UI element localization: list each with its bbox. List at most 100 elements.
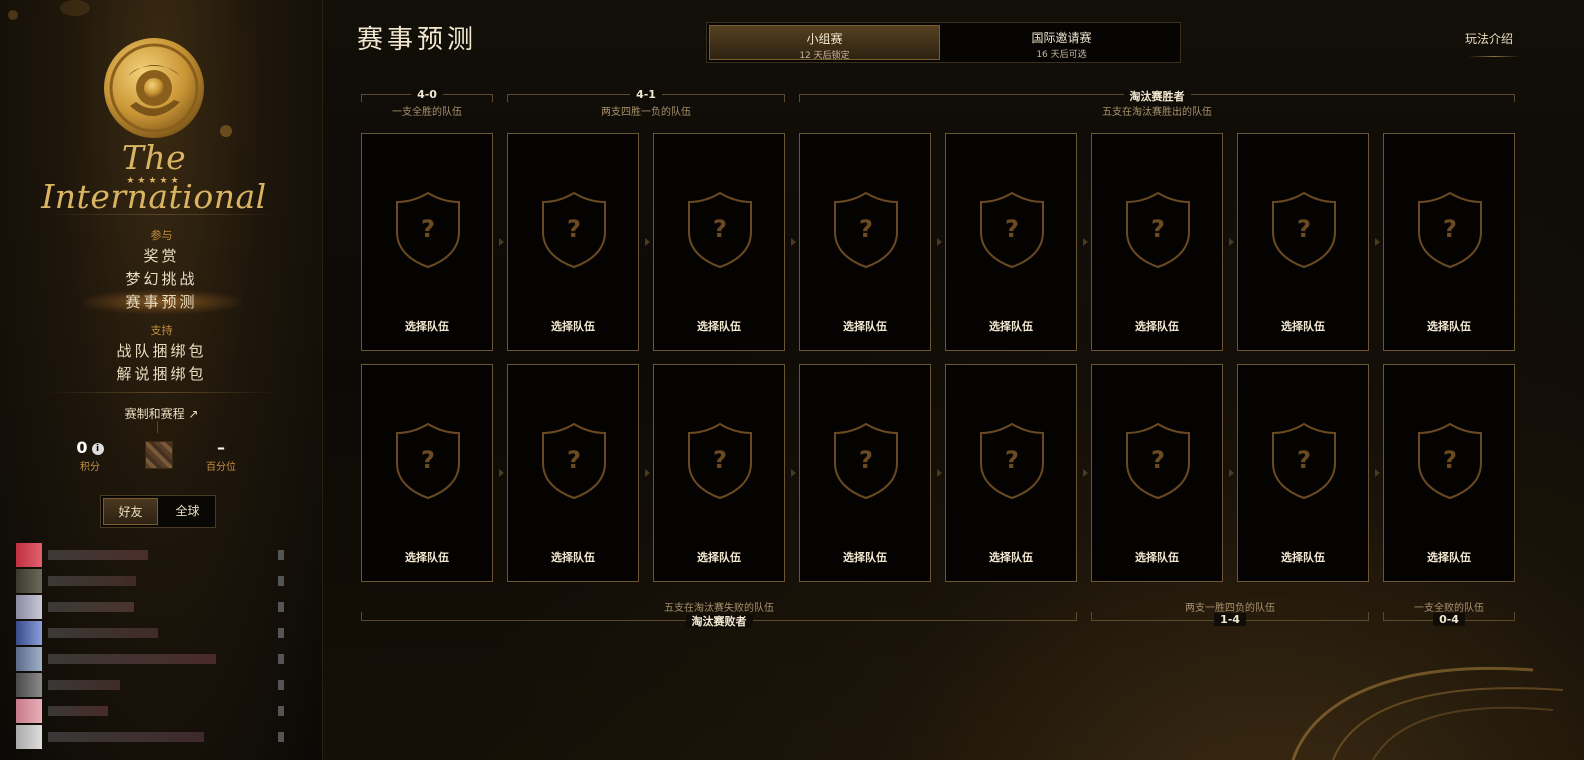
team-slot-bottom-1[interactable]: ? 选择队伍 <box>361 364 493 582</box>
select-team-label: 选择队伍 <box>989 320 1033 333</box>
nav-item-predictions[interactable]: 赛事预测 <box>0 291 322 312</box>
avatar[interactable] <box>145 441 173 469</box>
nav-item-team-bundles[interactable]: 战队捆绑包 <box>0 340 322 361</box>
connector-arrow-icon <box>1083 469 1088 477</box>
group-sublabel: 一支全胜的队伍 <box>392 107 462 118</box>
svg-text:?: ? <box>1151 215 1165 243</box>
svg-text:?: ? <box>859 446 873 474</box>
scope-friends-button[interactable]: 好友 <box>103 498 158 525</box>
team-slot-top-7[interactable]: ? 选择队伍 <box>1237 133 1369 351</box>
shield-placeholder-icon: ? <box>1126 422 1190 500</box>
friend-score-redacted <box>278 654 284 664</box>
shield-placeholder-icon: ? <box>688 191 752 269</box>
group-sublabel: 两支四胜一负的队伍 <box>601 107 691 118</box>
schedule-link[interactable]: 赛制和赛程 ↗ <box>0 405 322 422</box>
friend-name-redacted <box>48 550 148 560</box>
stage-tabs: 小组赛 12 天后锁定 国际邀请赛 16 天后可选 <box>706 22 1181 63</box>
divider <box>44 214 280 215</box>
group-footer-0-4: 0-4 <box>1383 612 1515 632</box>
team-slot-bottom-6[interactable]: ? 选择队伍 <box>1091 364 1223 582</box>
connector-arrow-icon <box>1375 469 1380 477</box>
nav-item-fantasy[interactable]: 梦幻挑战 <box>0 268 322 289</box>
select-team-label: 选择队伍 <box>843 320 887 333</box>
info-icon[interactable]: i <box>91 443 104 455</box>
team-slot-top-8[interactable]: ? 选择队伍 <box>1383 133 1515 351</box>
shield-placeholder-icon: ? <box>1126 191 1190 269</box>
connector-arrow-icon <box>1083 238 1088 246</box>
select-team-label: 选择队伍 <box>1135 320 1179 333</box>
friend-name-redacted <box>48 680 120 690</box>
friend-name-redacted <box>48 732 204 742</box>
friend-score-redacted <box>278 550 284 560</box>
list-item[interactable] <box>16 646 300 672</box>
how-to-play-link[interactable]: 玩法介绍 <box>1465 30 1513 47</box>
team-slot-bottom-5[interactable]: ? 选择队伍 <box>945 364 1077 582</box>
list-item[interactable] <box>16 672 300 698</box>
connector-arrow-icon <box>937 469 942 477</box>
nav-item-caster-bundles[interactable]: 解说捆绑包 <box>0 363 322 384</box>
connector-arrow-icon <box>1229 469 1234 477</box>
team-slot-top-2[interactable]: ? 选择队伍 <box>507 133 639 351</box>
select-team-label: 选择队伍 <box>697 320 741 333</box>
list-item[interactable] <box>16 620 300 646</box>
team-slot-top-3[interactable]: ? 选择队伍 <box>653 133 785 351</box>
list-item[interactable] <box>16 568 300 594</box>
team-slot-bottom-3[interactable]: ? 选择队伍 <box>653 364 785 582</box>
score-label: 积分 <box>80 462 100 473</box>
score-stat: 0i 积分 <box>60 438 120 473</box>
group-label: 0-4 <box>1433 613 1465 626</box>
the-international-logo: The International ★★★★★ <box>34 36 274 216</box>
score-value: 0 <box>76 438 88 457</box>
team-slot-bottom-7[interactable]: ? 选择队伍 <box>1237 364 1369 582</box>
team-slot-top-6[interactable]: ? 选择队伍 <box>1091 133 1223 351</box>
svg-text:?: ? <box>1005 446 1019 474</box>
select-team-label: 选择队伍 <box>551 320 595 333</box>
team-slot-bottom-4[interactable]: ? 选择队伍 <box>799 364 931 582</box>
list-item[interactable] <box>16 698 300 724</box>
svg-text:?: ? <box>421 446 435 474</box>
logo-stars: ★★★★★ <box>126 176 182 186</box>
svg-text:?: ? <box>1443 446 1457 474</box>
list-item[interactable] <box>16 542 300 568</box>
team-slot-top-5[interactable]: ? 选择队伍 <box>945 133 1077 351</box>
group-label: 4-1 <box>630 88 662 101</box>
connector-arrow-icon <box>499 469 504 477</box>
shield-placeholder-icon: ? <box>542 422 606 500</box>
nav-item-rewards[interactable]: 奖赏 <box>0 245 322 266</box>
shield-placeholder-icon: ? <box>980 422 1044 500</box>
avatar <box>16 699 42 723</box>
shield-placeholder-icon: ? <box>396 422 460 500</box>
friend-score-redacted <box>278 680 284 690</box>
list-item[interactable] <box>16 724 300 750</box>
avatar <box>16 673 42 697</box>
shield-placeholder-icon: ? <box>1272 191 1336 269</box>
avatar <box>16 725 42 749</box>
percentile-stat: – 百分位 <box>196 438 246 473</box>
friend-score-redacted <box>278 602 284 612</box>
scope-global-button[interactable]: 全球 <box>160 498 215 525</box>
list-item[interactable] <box>16 594 300 620</box>
friend-score-redacted <box>278 628 284 638</box>
connector-arrow-icon <box>791 469 796 477</box>
friend-name-redacted <box>48 628 158 638</box>
connector-arrow-icon <box>937 238 942 246</box>
team-slot-top-4[interactable]: ? 选择队伍 <box>799 133 931 351</box>
shield-placeholder-icon: ? <box>834 422 898 500</box>
group-label: 4-0 <box>411 88 443 101</box>
select-team-label: 选择队伍 <box>405 320 449 333</box>
group-footer-1-4: 1-4 <box>1091 612 1369 632</box>
tab-main-event[interactable]: 国际邀请赛 16 天后可选 <box>946 25 1177 60</box>
group-sublabel: 五支在淘汰赛胜出的队伍 <box>1102 107 1212 118</box>
connector-arrow-icon <box>1229 238 1234 246</box>
team-slot-top-1[interactable]: ? 选择队伍 <box>361 133 493 351</box>
team-slot-bottom-2[interactable]: ? 选择队伍 <box>507 364 639 582</box>
friend-score-redacted <box>278 706 284 716</box>
avatar <box>16 569 42 593</box>
select-team-label: 选择队伍 <box>405 551 449 564</box>
tab-group-stage[interactable]: 小组赛 12 天后锁定 <box>709 25 940 61</box>
friends-leaderboard <box>16 542 300 750</box>
nav-section-support: 支持 <box>150 324 173 337</box>
connector-line <box>157 421 158 433</box>
team-slot-bottom-8[interactable]: ? 选择队伍 <box>1383 364 1515 582</box>
svg-text:?: ? <box>421 215 435 243</box>
